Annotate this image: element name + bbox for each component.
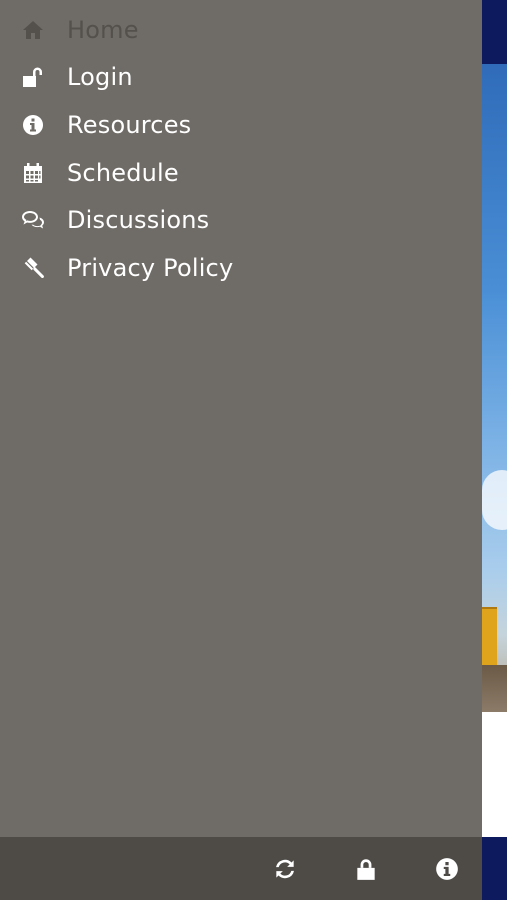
menu-item-schedule[interactable]: Schedule <box>0 149 482 197</box>
menu-item-login[interactable]: Login <box>0 54 482 102</box>
hero-cloud <box>482 470 507 530</box>
lock-icon <box>357 859 375 880</box>
info-circle-icon <box>436 858 458 880</box>
menu-item-privacy-policy[interactable]: Privacy Policy <box>0 244 482 292</box>
menu-item-label: Privacy Policy <box>67 253 234 282</box>
menu-item-label: Resources <box>67 110 192 139</box>
calendar-icon <box>20 160 46 186</box>
drawer-menu: Home Login Resources Schedule Discussion… <box>0 6 482 292</box>
menu-item-label: Schedule <box>67 158 179 187</box>
refresh-icon <box>276 859 294 879</box>
home-icon <box>20 17 46 43</box>
menu-item-discussions[interactable]: Discussions <box>0 196 482 244</box>
menu-item-label: Home <box>67 15 139 44</box>
menu-item-resources[interactable]: Resources <box>0 101 482 149</box>
side-drawer: Home Login Resources Schedule Discussion… <box>0 0 482 900</box>
drawer-toolbar <box>0 837 482 900</box>
hero-truck <box>481 607 497 667</box>
hero-ground <box>481 665 507 712</box>
lock-button[interactable] <box>352 855 380 883</box>
gavel-icon <box>20 255 46 281</box>
menu-item-home[interactable]: Home <box>0 6 482 54</box>
refresh-button[interactable] <box>271 855 299 883</box>
chat-bubbles-icon <box>20 207 46 233</box>
menu-item-label: Login <box>67 63 133 92</box>
info-button[interactable] <box>433 855 461 883</box>
info-circle-icon <box>20 112 46 138</box>
menu-item-label: Discussions <box>67 206 210 235</box>
unlock-icon <box>20 64 46 90</box>
